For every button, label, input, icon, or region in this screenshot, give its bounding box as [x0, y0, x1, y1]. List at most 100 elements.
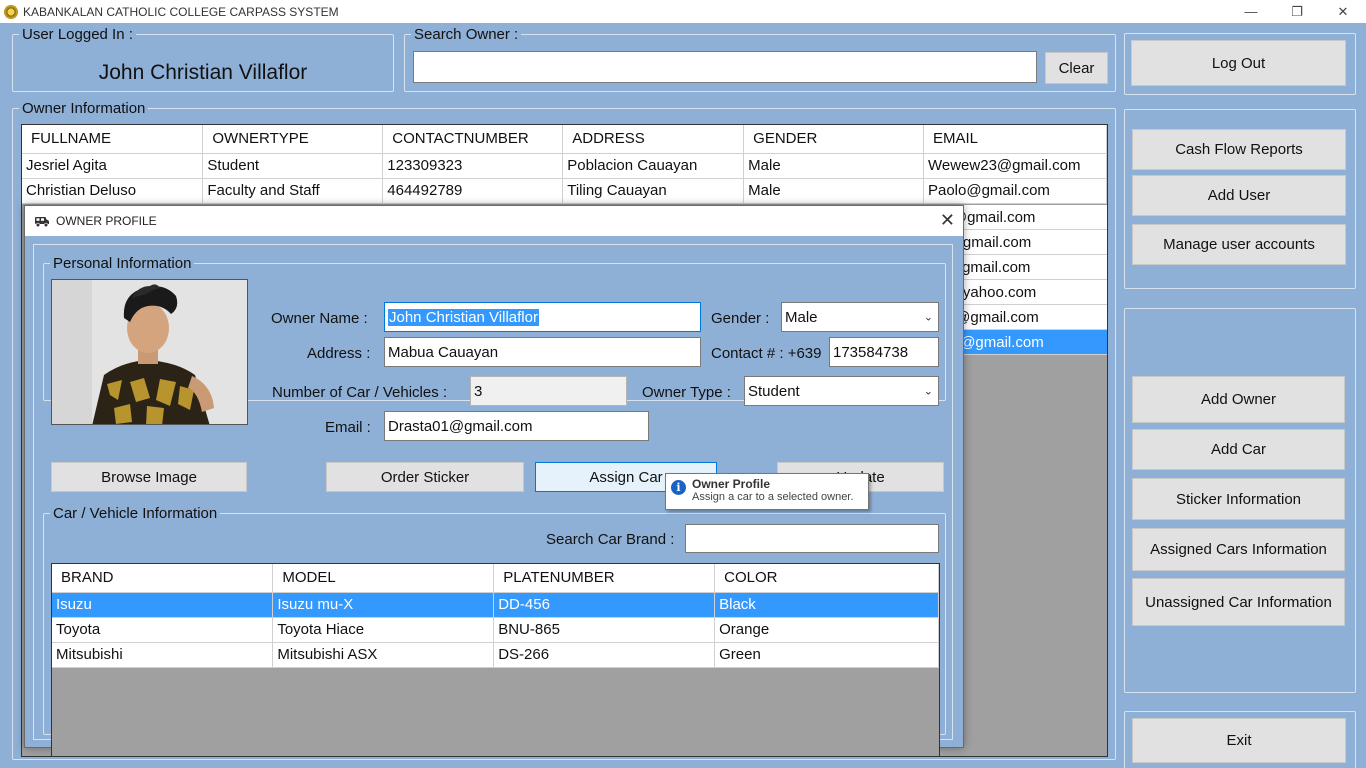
chevron-down-icon: ⌄ — [923, 385, 933, 398]
browse-image-button[interactable]: Browse Image — [51, 462, 247, 492]
side-menu-button-sticker-information[interactable]: Sticker Information — [1132, 478, 1345, 520]
side-menu-button-add-owner[interactable]: Add Owner — [1132, 376, 1345, 423]
search-car-brand-label: Search Car Brand : — [546, 531, 675, 548]
dialog-titlebar: OWNER PROFILE ✕ — [25, 206, 963, 236]
car-table-cell: DS-266 — [493, 642, 716, 668]
owner-table-cell: Tiling Cauayan — [562, 178, 745, 204]
owner-table-cell: Student — [202, 153, 384, 179]
owner-column-header[interactable]: ADDRESS — [562, 125, 745, 154]
side-menu-button-unassigned-car-information[interactable]: Unassigned Car Information — [1132, 578, 1345, 626]
user-logged-in-legend: User Logged In : — [22, 26, 133, 43]
email-label: Email : — [325, 419, 371, 436]
contact-input[interactable]: 173584738 — [829, 337, 939, 367]
info-icon: i — [671, 480, 686, 495]
side-menu-button-add-user[interactable]: Add User — [1132, 175, 1346, 216]
owner-column-header[interactable]: EMAIL — [923, 125, 1107, 154]
num-cars-label: Number of Car / Vehicles : — [272, 384, 448, 401]
owner-table: FULLNAME OWNERTYPE CONTACTNUMBER ADDRESS GEN… — [22, 125, 1107, 204]
user-logged-in-group: User Logged In : John Christian Villaflo… — [12, 26, 394, 92]
owner-type-select[interactable]: Student ⌄ — [744, 376, 939, 406]
owner-table-header: FULLNAME OWNERTYPE CONTACTNUMBER ADDRESS GEN… — [22, 125, 1107, 154]
tooltip-body: Assign a car to a selected owner. — [692, 491, 854, 503]
owner-table-cell: 464492789 — [382, 178, 564, 204]
owner-table-cell: Male — [743, 178, 924, 204]
car-table-row[interactable]: Isuzu Isuzu mu-X DD-456 Black — [52, 592, 939, 618]
owner-table-cell: Jesriel Agita — [22, 153, 204, 179]
owner-name-input[interactable]: John Christian Villaflor — [384, 302, 701, 332]
search-owner-legend: Search Owner : — [414, 26, 519, 43]
dialog-title: OWNER PROFILE — [56, 214, 157, 228]
car-table-cell: Mitsubishi ASX — [272, 642, 495, 668]
owner-table-row[interactable]: Jesriel Agita Student 123309323 Poblacion C… — [22, 153, 1107, 179]
car-table-cell: Mitsubishi — [52, 642, 274, 668]
logged-in-user-name: John Christian Villaflor — [98, 61, 308, 84]
car-column-header[interactable]: PLATENUMBER — [493, 564, 716, 593]
car-table-cell: Black — [714, 592, 939, 618]
gender-label: Gender : — [711, 310, 770, 327]
side-menu-button-add-car[interactable]: Add Car — [1132, 429, 1345, 470]
restore-button[interactable]: ❐ — [1274, 0, 1320, 23]
car-column-header[interactable]: COLOR — [714, 564, 939, 593]
search-owner-input[interactable] — [413, 51, 1037, 83]
logout-button[interactable]: Log Out — [1131, 40, 1346, 86]
car-table-cell: Toyota — [52, 617, 274, 643]
owner-portrait-image — [52, 280, 247, 424]
owner-table-cell: Faculty and Staff — [202, 178, 384, 204]
side-menu-button-cash-flow-reports[interactable]: Cash Flow Reports — [1132, 129, 1346, 170]
dialog-close-button[interactable]: ✕ — [940, 210, 955, 231]
owner-column-header[interactable]: FULLNAME — [22, 125, 204, 154]
tooltip-title: Owner Profile — [692, 477, 771, 491]
num-cars-input: 3 — [470, 376, 627, 406]
order-sticker-button[interactable]: Order Sticker — [326, 462, 524, 492]
assign-car-tooltip: i Owner Profile Assign a car to a select… — [665, 473, 869, 510]
car-table-cell: Isuzu — [52, 592, 274, 618]
address-label: Address : — [307, 345, 371, 362]
owner-column-header[interactable]: OWNERTYPE — [202, 125, 384, 154]
owner-name-label: Owner Name : — [271, 310, 368, 327]
car-table-cell: Green — [714, 642, 939, 668]
car-table-cell: DD-456 — [493, 592, 716, 618]
email-input[interactable]: Drasta01@gmail.com — [384, 411, 649, 441]
exit-button[interactable]: Exit — [1132, 718, 1346, 763]
owner-name-value: John Christian Villaflor — [388, 308, 539, 326]
side-menu-button-assigned-cars-information[interactable]: Assigned Cars Information — [1132, 528, 1345, 571]
window-close-button[interactable]: ✕ — [1320, 0, 1366, 23]
window-titlebar: KABANKALAN CATHOLIC COLLEGE CARPASS SYST… — [0, 0, 1366, 23]
contact-label: Contact # : +639 — [711, 345, 822, 362]
owner-table-cell: Wewew23@gmail.com — [923, 153, 1107, 179]
owner-column-header[interactable]: GENDER — [743, 125, 924, 154]
car-table-cell: Orange — [714, 617, 939, 643]
owner-table-cell: Poblacion Cauayan — [562, 153, 745, 179]
car-table-cell: Isuzu mu-X — [272, 592, 495, 618]
car-table: BRAND MODEL PLATENUMBER COLOR Isuzu Isuzu mu… — [52, 564, 939, 668]
clear-search-button[interactable]: Clear — [1045, 52, 1108, 84]
car-table-row[interactable]: Toyota Toyota Hiace BNU-865 Orange — [52, 617, 939, 643]
owner-column-header[interactable]: CONTACTNUMBER — [382, 125, 564, 154]
window-controls: — ❐ ✕ — [1228, 0, 1366, 23]
window-title: KABANKALAN CATHOLIC COLLEGE CARPASS SYST… — [23, 4, 339, 19]
owner-table-cell: Paolo@gmail.com — [923, 178, 1107, 204]
chevron-down-icon: ⌄ — [923, 311, 933, 324]
personal-information-legend: Personal Information — [53, 255, 192, 272]
car-column-header[interactable]: BRAND — [52, 564, 274, 593]
side-menu-button-manage-user-accounts[interactable]: Manage user accounts — [1132, 224, 1346, 265]
owner-table-cell: Christian Deluso — [22, 178, 204, 204]
car-table-row[interactable]: Mitsubishi Mitsubishi ASX DS-266 Green — [52, 642, 939, 668]
search-car-brand-input[interactable] — [685, 524, 939, 553]
owner-type-label: Owner Type : — [642, 384, 731, 401]
car-icon — [35, 217, 49, 228]
minimize-button[interactable]: — — [1228, 0, 1274, 23]
car-table-cell: BNU-865 — [493, 617, 716, 643]
car-column-header[interactable]: MODEL — [272, 564, 495, 593]
car-grid[interactable]: BRAND MODEL PLATENUMBER COLOR Isuzu Isuzu mu… — [51, 563, 940, 757]
owner-table-row[interactable]: Christian Deluso Faculty and Staff 4644927… — [22, 178, 1107, 204]
car-table-cell: Toyota Hiace — [272, 617, 495, 643]
car-table-header: BRAND MODEL PLATENUMBER COLOR — [52, 564, 939, 593]
owner-type-value: Student — [748, 382, 800, 400]
owner-information-legend: Owner Information — [22, 100, 146, 117]
owner-table-cell: Male — [743, 153, 924, 179]
college-logo-icon — [4, 4, 18, 19]
car-information-legend: Car / Vehicle Information — [53, 505, 218, 522]
gender-select[interactable]: Male ⌄ — [781, 302, 939, 332]
address-input[interactable]: Mabua Cauayan — [384, 337, 701, 367]
